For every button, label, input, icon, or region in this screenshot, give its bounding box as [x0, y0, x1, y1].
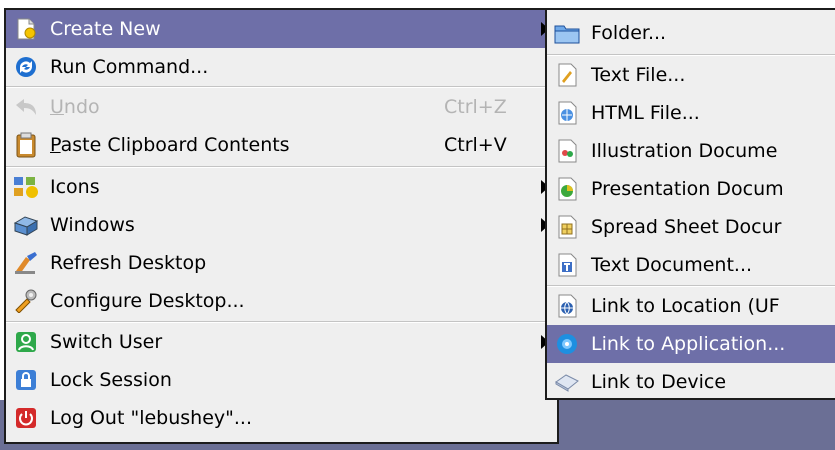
- desktop-context-menu: Create New Run Command... Undo Ctrl+Z Pa…: [4, 8, 559, 444]
- submenu-item-presentation[interactable]: Presentation Docum: [547, 170, 835, 208]
- create-new-submenu: Folder... Text File... HTML File... Illu…: [545, 8, 835, 400]
- menu-item-label: Text Document...: [591, 254, 753, 276]
- log-out-icon: [12, 404, 40, 432]
- lock-session-icon: [12, 366, 40, 394]
- create-new-icon: [12, 15, 40, 43]
- menu-item-icons[interactable]: Icons: [6, 168, 557, 206]
- menu-item-label: Folder...: [591, 22, 667, 44]
- menu-item-label: Run Command...: [50, 56, 209, 78]
- paste-label-rest: aste Clipboard Contents: [60, 134, 290, 156]
- presentation-icon: [553, 175, 581, 203]
- menu-item-label: Illustration Docume: [591, 140, 778, 162]
- menu-item-label: Switch User: [50, 331, 163, 353]
- icons-icon: [12, 173, 40, 201]
- menu-item-label: Icons: [50, 176, 100, 198]
- menu-item-log-out[interactable]: Log Out "lebushey"...: [6, 399, 557, 437]
- submenu-item-folder[interactable]: Folder...: [547, 14, 835, 52]
- shortcut-label: Ctrl+Z: [444, 96, 507, 118]
- submenu-item-spreadsheet[interactable]: Spread Sheet Docur: [547, 208, 835, 246]
- text-document-icon: [553, 251, 581, 279]
- link-device-icon: [553, 368, 581, 396]
- menu-item-run-command[interactable]: Run Command...: [6, 48, 557, 86]
- switch-user-icon: [12, 328, 40, 356]
- menu-item-label: Presentation Docum: [591, 178, 784, 200]
- html-file-icon: [553, 99, 581, 127]
- clipboard-icon: [12, 131, 40, 159]
- undo-icon: [12, 93, 40, 121]
- menu-item-paste-clipboard[interactable]: Paste Clipboard Contents Ctrl+V: [6, 126, 557, 164]
- undo-mnemonic: U: [50, 96, 64, 118]
- shortcut-label: Ctrl+V: [444, 134, 507, 156]
- submenu-item-link-application[interactable]: Link to Application...: [547, 325, 835, 363]
- menu-item-label: Link to Application...: [591, 333, 786, 355]
- submenu-item-link-location[interactable]: Link to Location (UF: [547, 287, 835, 325]
- submenu-item-text-file[interactable]: Text File...: [547, 56, 835, 94]
- windows-icon: [12, 211, 40, 239]
- undo-label-rest: ndo: [63, 96, 100, 118]
- configure-desktop-icon: [12, 287, 40, 315]
- menu-item-create-new[interactable]: Create New: [6, 10, 557, 48]
- menu-item-label: Configure Desktop...: [50, 290, 245, 312]
- submenu-item-illustration[interactable]: Illustration Docume: [547, 132, 835, 170]
- folder-icon: [553, 19, 581, 47]
- menu-item-configure-desktop[interactable]: Configure Desktop...: [6, 282, 557, 320]
- submenu-item-text-document[interactable]: Text Document...: [547, 246, 835, 284]
- menu-item-lock-session[interactable]: Lock Session: [6, 361, 557, 399]
- menu-item-undo[interactable]: Undo Ctrl+Z: [6, 88, 557, 126]
- run-command-icon: [12, 53, 40, 81]
- link-location-icon: [553, 292, 581, 320]
- menu-item-label: Create New: [50, 18, 161, 40]
- spreadsheet-icon: [553, 213, 581, 241]
- menu-item-label: Refresh Desktop: [50, 252, 207, 274]
- menu-item-label: HTML File...: [591, 102, 700, 124]
- menu-item-refresh-desktop[interactable]: Refresh Desktop: [6, 244, 557, 282]
- link-application-icon: [553, 330, 581, 358]
- menu-item-windows[interactable]: Windows: [6, 206, 557, 244]
- submenu-item-html-file[interactable]: HTML File...: [547, 94, 835, 132]
- paste-mnemonic: P: [50, 134, 61, 156]
- illustration-icon: [553, 137, 581, 165]
- menu-item-switch-user[interactable]: Switch User: [6, 323, 557, 361]
- submenu-item-link-device[interactable]: Link to Device: [547, 363, 835, 401]
- text-file-icon: [553, 61, 581, 89]
- top-caption: [0, 0, 560, 6]
- menu-item-label: Lock Session: [50, 369, 172, 391]
- menu-item-label: Windows: [50, 214, 135, 236]
- menu-item-label: Log Out "lebushey"...: [50, 407, 253, 429]
- menu-item-label: Link to Device: [591, 371, 727, 393]
- menu-item-label: Link to Location (UF: [591, 295, 780, 317]
- refresh-desktop-icon: [12, 249, 40, 277]
- menu-item-label: Text File...: [591, 64, 686, 86]
- menu-item-label: Spread Sheet Docur: [591, 216, 782, 238]
